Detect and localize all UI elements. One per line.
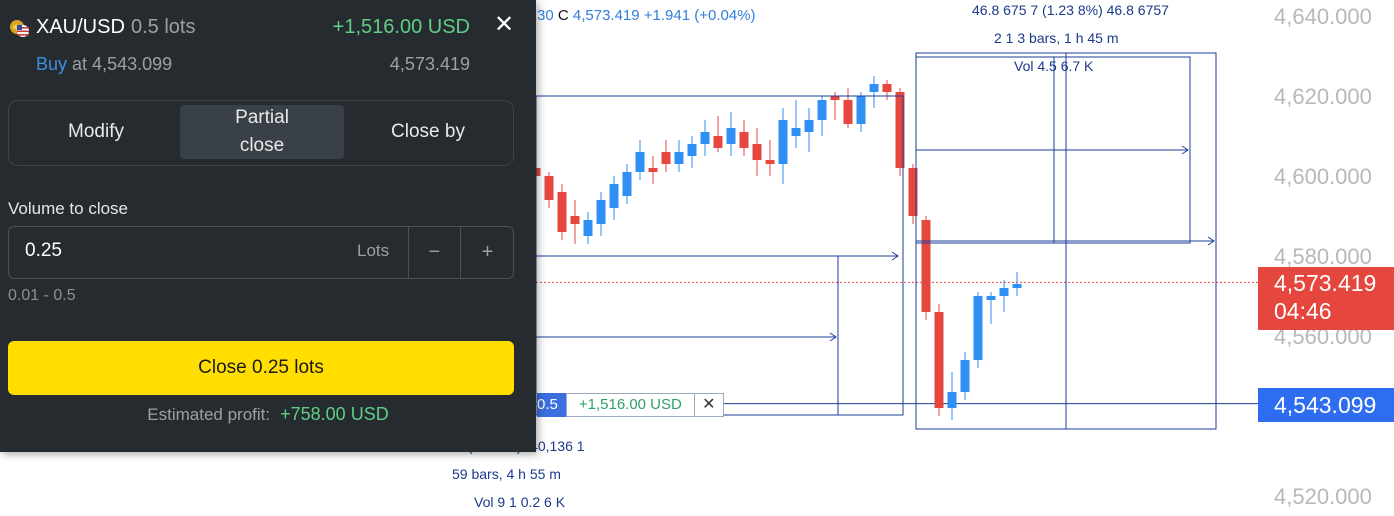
chart-guides [536, 281, 1258, 405]
tab-partial-close-label: Partial close [235, 107, 289, 156]
candle-body [726, 128, 736, 144]
entry-price-value: 4,543.099 [1274, 392, 1377, 418]
candle-body [999, 288, 1009, 296]
measure-bottom-bars: 59 bars, 4 h 55 m [452, 466, 561, 482]
candle-body [778, 120, 788, 164]
candlesticks [531, 76, 1022, 420]
countdown-timer: 04:46 [1274, 298, 1332, 324]
estimated-profit-label: Estimated profit: [147, 405, 271, 424]
position-profit: +1,516.00 USD [332, 16, 470, 38]
candle-body [687, 144, 697, 156]
ohlc-header: 30 C 4,573.419 +1.941 (+0.04%) [537, 7, 756, 24]
estimated-profit: Estimated profit: +758.00 USD [0, 404, 536, 425]
volume-unit: Lots [357, 241, 390, 260]
measure-top-vol: Vol 4.5 6.7 K [1014, 58, 1094, 74]
price-axis-label: 4,600.000 [1274, 164, 1372, 189]
candle-body [869, 84, 879, 92]
candle-body [648, 168, 658, 172]
candle-body [1012, 284, 1022, 288]
candle-body [973, 296, 983, 360]
gold-usd-flag-icon [10, 20, 29, 37]
decrease-volume-button[interactable]: − [408, 227, 460, 278]
buy-info: Buy at 4,543.099 [36, 54, 172, 75]
candle-body [934, 312, 944, 408]
partial-close-panel: XAU/USD 0.5 lots +1,516.00 USD ✕ Buy at … [0, 0, 536, 452]
measure-drawings [535, 52, 1217, 430]
candle-body [674, 152, 684, 164]
action-tabs: Modify Partial close Close by [8, 100, 514, 166]
price-axis-label: 4,520.000 [1274, 484, 1372, 509]
candle-body [609, 184, 619, 208]
candle-body [882, 84, 892, 92]
ohlc-c-key: C [557, 7, 569, 24]
candle-body [843, 100, 853, 124]
candle-body [830, 96, 840, 100]
candle-body [739, 132, 749, 148]
ohlc-partial: 30 [537, 7, 554, 24]
measure-top-bars: 2 1 3 bars, 1 h 45 m [994, 30, 1119, 46]
candle-body [986, 296, 996, 300]
candle-body [791, 128, 801, 136]
current-price-value: 4,573.419 [1274, 270, 1377, 296]
volume-field[interactable]: 0.25 Lots − + [8, 226, 514, 279]
candle-body [622, 172, 632, 196]
price-axis-label: 4,620.000 [1274, 84, 1372, 109]
candle-body [661, 152, 671, 164]
measure-top-change: 46.8 675 7 (1.23 8%) 46.8 6757 [972, 2, 1169, 18]
buy-price: at 4,543.099 [72, 54, 173, 74]
candle-body [817, 100, 827, 120]
measure-bottom-vol: Vol 9 1 0.2 6 K [474, 494, 566, 510]
candle-body [583, 220, 593, 236]
tab-modify[interactable]: Modify [11, 105, 181, 159]
estimated-profit-value: +758.00 USD [280, 404, 389, 424]
tab-partial-close[interactable]: Partial close [180, 105, 344, 159]
volume-input[interactable]: 0.25 [25, 240, 62, 262]
ohlc-change: +1.941 (+0.04%) [643, 7, 756, 24]
candle-body [804, 120, 814, 132]
candle-body [752, 144, 762, 160]
candle-body [947, 392, 957, 408]
candle-body [557, 192, 567, 232]
increase-volume-button[interactable]: + [460, 227, 514, 278]
position-pl[interactable]: +1,516.00 USD [565, 393, 695, 417]
close-lots-button[interactable]: Close 0.25 lots [8, 341, 514, 395]
candle-body [921, 220, 931, 312]
volume-range: 0.01 - 0.5 [8, 287, 76, 304]
candle-body [596, 200, 606, 224]
entry-price-badge: 4,543.099 [1258, 388, 1394, 422]
ohlc-close: 4,573.419 [572, 7, 640, 24]
close-icon[interactable]: ✕ [694, 393, 724, 417]
candle-body [544, 176, 554, 200]
close-panel-icon[interactable]: ✕ [492, 10, 516, 40]
current-price-badge: 4,573.419 04:46 [1258, 267, 1394, 330]
candle-body [765, 160, 775, 164]
candle-body [960, 360, 970, 392]
panel-current-price: 4,573.419 [389, 54, 470, 74]
volume-label: Volume to close [8, 199, 129, 218]
position-tag[interactable]: 0.5 +1,516.00 USD ✕ [537, 393, 724, 417]
position-volume[interactable]: 0.5 [537, 393, 566, 417]
symbol-name: XAU/USD [36, 16, 125, 38]
candle-body [700, 132, 710, 144]
tab-close-by[interactable]: Close by [345, 105, 511, 159]
candle-body [856, 96, 866, 124]
candle-body [713, 136, 723, 148]
candle-body [635, 152, 645, 172]
position-lots: 0.5 lots [131, 16, 196, 38]
price-axis-label: 4,640.000 [1274, 4, 1372, 29]
candle-body [570, 216, 580, 224]
buy-label: Buy [36, 54, 68, 74]
